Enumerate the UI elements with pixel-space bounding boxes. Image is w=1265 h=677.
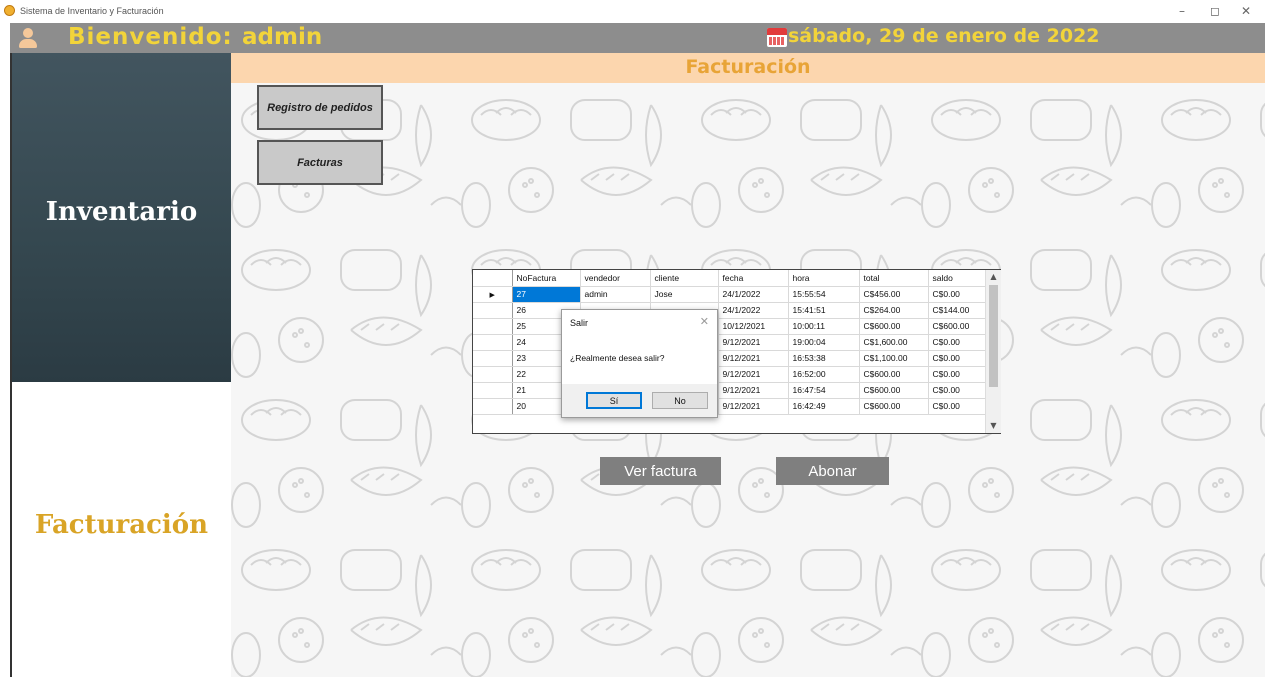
table-cell[interactable]: admin: [580, 286, 651, 303]
table-cell[interactable]: 9/12/2021: [718, 350, 789, 367]
sidebar: Inventario Facturación: [10, 53, 231, 677]
welcome-label: Bienvenido:: [68, 24, 233, 50]
close-icon[interactable]: ✕: [700, 315, 709, 328]
user-icon: [19, 28, 37, 48]
app-icon: [4, 5, 15, 16]
scroll-up-icon[interactable]: ▲: [986, 270, 1001, 284]
column-header[interactable]: vendedor: [580, 270, 651, 287]
table-cell[interactable]: C$1,600.00: [859, 334, 929, 351]
column-header[interactable]: cliente: [650, 270, 719, 287]
scroll-thumb[interactable]: [989, 285, 998, 387]
grid-area: NoFactura vendedor cliente fecha hora to…: [473, 270, 1001, 433]
column-header[interactable]: total: [859, 270, 929, 287]
sidebar-item-label: Inventario: [45, 197, 198, 227]
table-cell[interactable]: 15:41:51: [788, 302, 860, 319]
maximize-button[interactable]: ◻: [1200, 2, 1230, 20]
table-header-row: NoFactura vendedor cliente fecha hora to…: [473, 270, 999, 287]
table-cell[interactable]: 9/12/2021: [718, 334, 789, 351]
yes-button[interactable]: Sí: [586, 392, 642, 409]
table-cell[interactable]: C$600.00: [859, 366, 929, 383]
no-button[interactable]: No: [652, 392, 708, 409]
table-cell[interactable]: C$456.00: [859, 286, 929, 303]
row-header[interactable]: [473, 398, 513, 415]
table-cell[interactable]: 27: [512, 286, 581, 303]
table-cell[interactable]: 9/12/2021: [718, 366, 789, 383]
column-header[interactable]: hora: [788, 270, 860, 287]
row-header[interactable]: [473, 318, 513, 335]
table-cell[interactable]: 16:42:49: [788, 398, 860, 415]
table-row[interactable]: 24 9/12/2021 19:00:04 C$1,600.00 C$0.00: [473, 334, 999, 351]
table-cell[interactable]: 16:47:54: [788, 382, 860, 399]
title-bar: Sistema de Inventario y Facturación – ◻ …: [0, 0, 1265, 23]
row-header-corner: [473, 270, 513, 287]
row-header[interactable]: [473, 302, 513, 319]
abonar-button[interactable]: Abonar: [776, 457, 889, 485]
table-cell[interactable]: 16:52:00: [788, 366, 860, 383]
row-header[interactable]: [473, 366, 513, 383]
table-cell[interactable]: 10/12/2021: [718, 318, 789, 335]
registro-pedidos-button[interactable]: Registro de pedidos: [257, 85, 383, 130]
section-header: Facturación: [231, 53, 1265, 83]
table-row[interactable]: 26 24/1/2022 15:41:51 C$264.00 C$144.00: [473, 302, 999, 319]
facturas-button[interactable]: Facturas: [257, 140, 383, 185]
section-title: Facturación: [685, 56, 811, 78]
table-row[interactable]: 25 10/12/2021 10:00:11 C$600.00 C$600.00: [473, 318, 999, 335]
window-title: Sistema de Inventario y Facturación: [20, 6, 164, 16]
row-header[interactable]: ▶: [473, 286, 513, 303]
table-cell[interactable]: Jose: [650, 286, 719, 303]
table-row[interactable]: ▶ 27 admin Jose 24/1/2022 15:55:54 C$456.00 C$0…: [473, 286, 999, 303]
table-cell[interactable]: 15:55:54: [788, 286, 860, 303]
ver-factura-button[interactable]: Ver factura: [600, 457, 721, 485]
table-cell[interactable]: 9/12/2021: [718, 398, 789, 415]
selected-row-icon: ▶: [489, 292, 495, 299]
header-bar: Bienvenido: admin sábado, 29 de enero de…: [10, 23, 1265, 53]
invoice-grid[interactable]: NoFactura vendedor cliente fecha hora to…: [472, 269, 1001, 434]
vertical-scrollbar[interactable]: ▲ ▼: [985, 270, 1001, 433]
scroll-down-icon[interactable]: ▼: [986, 419, 1001, 433]
table-cell[interactable]: 16:53:38: [788, 350, 860, 367]
table-cell[interactable]: C$600.00: [859, 382, 929, 399]
date-label: sábado, 29 de enero de 2022: [788, 25, 1100, 47]
sidebar-item-label: Facturación: [34, 510, 209, 540]
sidebar-item-facturacion[interactable]: Facturación: [12, 382, 231, 677]
table-cell[interactable]: 10:00:11: [788, 318, 860, 335]
table-cell[interactable]: 9/12/2021: [718, 382, 789, 399]
table-cell[interactable]: C$1,100.00: [859, 350, 929, 367]
table-cell[interactable]: C$600.00: [859, 318, 929, 335]
row-header[interactable]: [473, 350, 513, 367]
exit-confirm-dialog: Salir ✕ ¿Realmente desea salir? Sí No: [561, 309, 718, 418]
table-cell[interactable]: 24/1/2022: [718, 302, 789, 319]
minimize-button[interactable]: –: [1167, 2, 1197, 20]
column-header[interactable]: fecha: [718, 270, 789, 287]
column-header[interactable]: NoFactura: [512, 270, 581, 287]
sidebar-item-inventario[interactable]: Inventario: [12, 53, 231, 382]
close-button[interactable]: ✕: [1231, 2, 1261, 20]
table-cell[interactable]: 19:00:04: [788, 334, 860, 351]
invoice-table: NoFactura vendedor cliente fecha hora to…: [473, 270, 999, 415]
table-row[interactable]: 21 9/12/2021 16:47:54 C$600.00 C$0.00: [473, 382, 999, 399]
username-label: admin: [242, 24, 323, 50]
dialog-footer: Sí No: [562, 384, 717, 417]
table-row[interactable]: 22 9/12/2021 16:52:00 C$600.00 C$0.00: [473, 366, 999, 383]
table-cell[interactable]: C$600.00: [859, 398, 929, 415]
row-header[interactable]: [473, 382, 513, 399]
row-header[interactable]: [473, 334, 513, 351]
main-content: Facturación Registro de pedidos Facturas…: [231, 53, 1265, 677]
dialog-message: ¿Realmente desea salir?: [570, 353, 665, 363]
table-row[interactable]: 23 9/12/2021 16:53:38 C$1,100.00 C$0.00: [473, 350, 999, 367]
table-cell[interactable]: C$264.00: [859, 302, 929, 319]
table-row[interactable]: 20adminELIGIO9/12/202116:42:49C$600.00C$…: [473, 398, 999, 415]
calendar-icon: [767, 28, 787, 47]
table-cell[interactable]: 24/1/2022: [718, 286, 789, 303]
dialog-title: Salir: [570, 318, 589, 328]
